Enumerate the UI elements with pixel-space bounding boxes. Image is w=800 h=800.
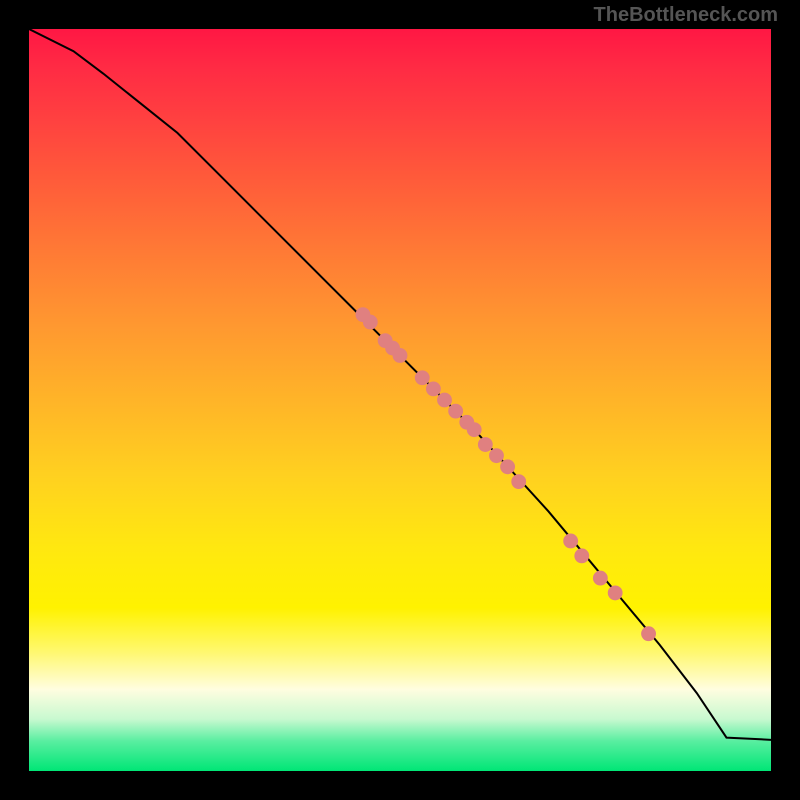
data-point: [500, 459, 515, 474]
data-point: [641, 626, 656, 641]
data-point: [393, 348, 408, 363]
data-point: [467, 422, 482, 437]
watermark-text: TheBottleneck.com: [594, 4, 778, 27]
data-point: [437, 393, 452, 408]
data-point: [448, 404, 463, 419]
data-point: [593, 571, 608, 586]
chart-plot-area: [29, 29, 771, 771]
data-point: [489, 448, 504, 463]
chart-points: [29, 29, 771, 771]
data-point: [363, 315, 378, 330]
data-point: [608, 586, 623, 601]
data-point: [563, 534, 578, 549]
data-point: [574, 548, 589, 563]
data-point: [415, 370, 430, 385]
data-point: [511, 474, 526, 489]
data-point: [426, 381, 441, 396]
data-point: [478, 437, 493, 452]
